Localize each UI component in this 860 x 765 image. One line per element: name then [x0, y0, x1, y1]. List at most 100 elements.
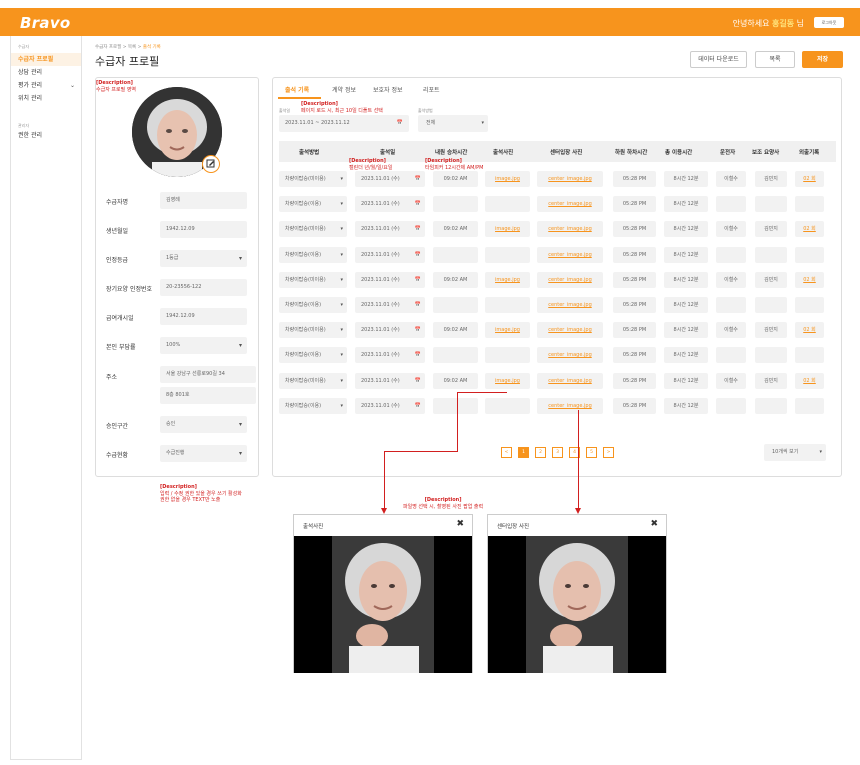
- page-size-select[interactable]: 10개씩 보기: [764, 444, 826, 461]
- tab-report[interactable]: 리포트: [423, 85, 440, 94]
- pagination-page-5[interactable]: 5: [586, 447, 597, 458]
- cell-center-photo-link[interactable]: center_image.jpg: [537, 271, 603, 288]
- pagination-page-1[interactable]: 1: [518, 447, 529, 458]
- sidebar-item-recipient-profile[interactable]: 수급자 프로필: [11, 53, 81, 66]
- method-filter-select[interactable]: 전체: [418, 115, 488, 132]
- cell-method-select[interactable]: 차량이탑승(미이용): [279, 171, 347, 187]
- cell-date-input[interactable]: 2023.11.01 (수) 📅: [355, 347, 425, 364]
- cell-outing-link[interactable]: [795, 347, 824, 364]
- field-copay-select[interactable]: 100%: [160, 337, 247, 354]
- tab-attendance[interactable]: 출석 기록: [285, 85, 309, 94]
- pagination-next[interactable]: >: [603, 447, 614, 458]
- tab-contract[interactable]: 계약 정보: [332, 85, 356, 94]
- cell-time-in-input[interactable]: 09:02 AM: [433, 221, 478, 238]
- field-approval-select[interactable]: 승인: [160, 416, 247, 433]
- pagination-page-3[interactable]: 3: [552, 447, 563, 458]
- cell-time-in-input[interactable]: [433, 297, 478, 313]
- calendar-icon[interactable]: 📅: [415, 221, 421, 237]
- cell-date-input[interactable]: 2023.11.01 (수) 📅: [355, 297, 425, 313]
- cell-method-select[interactable]: 차량이탑승(이용): [279, 196, 347, 213]
- calendar-icon[interactable]: 📅: [415, 272, 421, 288]
- logout-button[interactable]: 로그아웃: [814, 17, 844, 28]
- cell-date-input[interactable]: 2023.11.01 (수) 📅: [355, 397, 425, 414]
- cell-center-photo-link[interactable]: center_image.jpg: [537, 322, 603, 339]
- cell-photo-link[interactable]: image.jpg: [485, 221, 530, 238]
- cell-outing-link[interactable]: 02 회: [795, 372, 824, 389]
- calendar-icon[interactable]: 📅: [415, 322, 421, 338]
- cell-center-photo-link[interactable]: center_image.jpg: [537, 397, 603, 414]
- data-download-button[interactable]: 데이터 다운로드: [690, 51, 747, 68]
- cell-photo-link[interactable]: [485, 196, 530, 213]
- cell-time-in-input[interactable]: [433, 246, 478, 263]
- sidebar-item-evaluation[interactable]: 평가 관리 ⌄: [11, 79, 81, 92]
- field-status-select[interactable]: 수급진행: [160, 445, 247, 462]
- cell-method-select[interactable]: 차량이탑승(미이용): [279, 271, 347, 288]
- cell-date-input[interactable]: 2023.11.01 (수) 📅: [355, 246, 425, 263]
- calendar-icon[interactable]: 📅: [415, 347, 421, 363]
- cell-outing-link[interactable]: 02 회: [795, 271, 824, 288]
- calendar-icon[interactable]: 📅: [397, 115, 403, 132]
- cell-date-input[interactable]: 2023.11.01 (수) 📅: [355, 271, 425, 288]
- cell-center-photo-link[interactable]: center_image.jpg: [537, 297, 603, 313]
- calendar-icon[interactable]: 📅: [415, 247, 421, 263]
- tab-guardian[interactable]: 보호자 정보: [373, 85, 403, 94]
- cell-time-in-input[interactable]: [433, 196, 478, 213]
- cell-outing-link[interactable]: 02 회: [795, 171, 824, 187]
- pagination-page-2[interactable]: 2: [535, 447, 546, 458]
- cell-method-select[interactable]: 차량이탑승(이용): [279, 397, 347, 414]
- period-date-range-input[interactable]: 2023.11.01 ~ 2023.11.12 📅: [279, 115, 409, 132]
- cell-center-photo-link[interactable]: center_image.jpg: [537, 221, 603, 238]
- cell-photo-link[interactable]: image.jpg: [485, 171, 530, 187]
- cell-time-in-input[interactable]: 09:02 AM: [433, 322, 478, 339]
- cell-photo-link[interactable]: [485, 297, 530, 313]
- cell-date-input[interactable]: 2023.11.01 (수) 📅: [355, 322, 425, 339]
- cell-date-input[interactable]: 2023.11.01 (수) 📅: [355, 171, 425, 187]
- cell-photo-link[interactable]: [485, 397, 530, 414]
- cell-photo-link[interactable]: [485, 246, 530, 263]
- field-care-number[interactable]: 20-23556-122: [160, 279, 247, 296]
- cell-outing-link[interactable]: 02 회: [795, 221, 824, 238]
- cell-method-select[interactable]: 차량이탑승(미이용): [279, 372, 347, 389]
- cell-method-select[interactable]: 차량이탑승(미이용): [279, 322, 347, 339]
- cell-center-photo-link[interactable]: center_image.jpg: [537, 347, 603, 364]
- app-logo[interactable]: Bravo: [20, 14, 71, 32]
- field-name[interactable]: 김영례: [160, 192, 247, 209]
- cell-photo-link[interactable]: image.jpg: [485, 372, 530, 389]
- field-grade-select[interactable]: 1등급: [160, 250, 247, 267]
- calendar-icon[interactable]: 📅: [415, 373, 421, 389]
- sidebar-item-consult[interactable]: 상담 관리: [11, 66, 81, 79]
- cell-photo-link[interactable]: [485, 347, 530, 364]
- cell-time-in-input[interactable]: 09:02 AM: [433, 372, 478, 389]
- calendar-icon[interactable]: 📅: [415, 171, 421, 187]
- field-address-detail[interactable]: 8층 801호: [160, 387, 256, 404]
- cell-time-in-input[interactable]: [433, 397, 478, 414]
- field-birth[interactable]: 1942.12.09: [160, 221, 247, 238]
- cell-time-in-input[interactable]: [433, 347, 478, 364]
- cell-time-in-input[interactable]: 09:02 AM: [433, 271, 478, 288]
- cell-method-select[interactable]: 차량이탑승(이용): [279, 246, 347, 263]
- cell-method-select[interactable]: 차량이탑승(미이용): [279, 221, 347, 238]
- cell-date-input[interactable]: 2023.11.01 (수) 📅: [355, 196, 425, 213]
- sidebar-item-permission[interactable]: 권한 관리: [11, 129, 81, 142]
- cell-outing-link[interactable]: [795, 196, 824, 213]
- cell-date-input[interactable]: 2023.11.01 (수) 📅: [355, 372, 425, 389]
- sidebar-item-location[interactable]: 위치 관리: [11, 92, 81, 105]
- cell-time-in-input[interactable]: 09:02 AM: [433, 171, 478, 187]
- cell-center-photo-link[interactable]: center_image.jpg: [537, 246, 603, 263]
- cell-outing-link[interactable]: [795, 297, 824, 313]
- field-address[interactable]: 서울 강남구 선릉로90길 34: [160, 366, 256, 383]
- cell-outing-link[interactable]: [795, 246, 824, 263]
- pagination-prev[interactable]: <: [501, 447, 512, 458]
- cell-center-photo-link[interactable]: center_image.jpg: [537, 196, 603, 213]
- close-icon[interactable]: ✖: [456, 519, 464, 529]
- cell-center-photo-link[interactable]: center_image.jpg: [537, 171, 603, 187]
- calendar-icon[interactable]: 📅: [415, 297, 421, 313]
- cell-outing-link[interactable]: 02 회: [795, 322, 824, 339]
- edit-photo-button[interactable]: [202, 155, 220, 173]
- cell-photo-link[interactable]: image.jpg: [485, 322, 530, 339]
- list-button[interactable]: 목록: [755, 51, 795, 68]
- field-start-date[interactable]: 1942.12.09: [160, 308, 247, 325]
- cell-center-photo-link[interactable]: center_image.jpg: [537, 372, 603, 389]
- save-button[interactable]: 저장: [802, 51, 843, 68]
- calendar-icon[interactable]: 📅: [415, 196, 421, 212]
